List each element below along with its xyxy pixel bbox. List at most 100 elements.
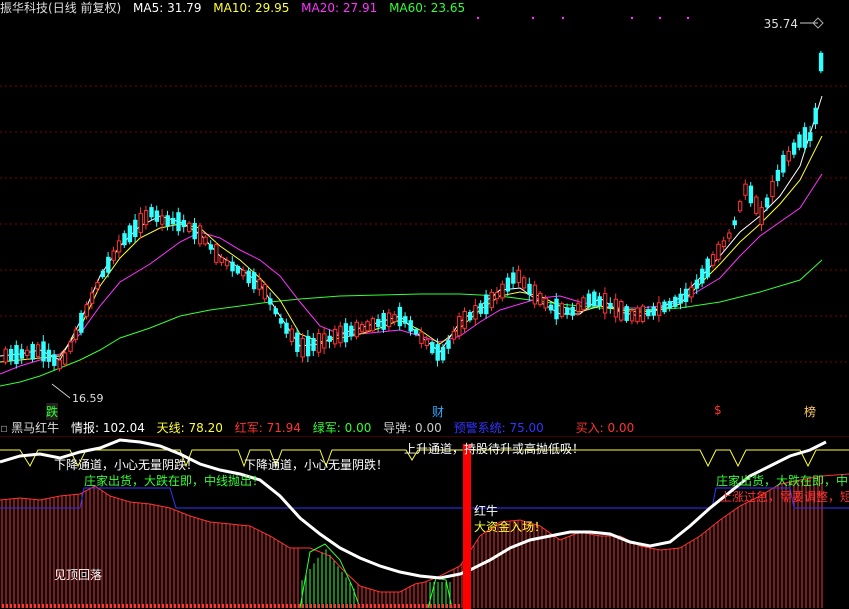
bottom-dot	[458, 604, 460, 608]
annotation-big-money: 大资金入场！	[474, 520, 547, 534]
candle-body	[138, 213, 143, 233]
marker-bang[interactable]: 榜	[804, 403, 816, 420]
bottom-dot	[202, 604, 204, 608]
marker-die[interactable]: 跌	[46, 403, 59, 420]
bottom-dot	[138, 604, 140, 608]
candle-body	[305, 335, 311, 357]
candle-body	[484, 294, 489, 315]
candle-body	[214, 244, 219, 263]
candle-body	[343, 323, 349, 343]
bottom-dot	[398, 604, 400, 608]
indicator-collapse-icon[interactable]: ▫	[0, 421, 8, 435]
marker-s[interactable]: $	[714, 403, 722, 417]
candle-body	[241, 269, 246, 277]
bottom-dot	[86, 604, 88, 608]
candle-body	[478, 303, 484, 314]
candle-body	[359, 324, 365, 332]
bottom-dot	[294, 604, 296, 608]
bottom-dot	[82, 604, 84, 608]
field-lvjun: 绿军: 0.00	[312, 421, 372, 435]
candle-body	[408, 320, 413, 332]
ma10-readout: MA10: 29.95	[213, 1, 290, 15]
candle-body	[386, 312, 392, 328]
bottom-dot	[454, 604, 456, 608]
high-price-label: 35.74	[764, 17, 798, 31]
candle-body	[246, 270, 251, 284]
candle-body	[651, 306, 656, 316]
candle-body	[62, 352, 68, 365]
candle-body	[586, 293, 592, 307]
bottom-dot	[194, 604, 196, 608]
candle-body	[106, 256, 111, 273]
candle-body	[111, 250, 116, 261]
bottom-dot	[382, 604, 384, 608]
candle-body	[797, 134, 802, 148]
bottom-dot	[142, 604, 144, 608]
candle-body	[122, 233, 127, 246]
bottom-dot	[10, 604, 12, 608]
field-yujing: 预警系统: 75.00	[453, 421, 544, 435]
candle-body	[575, 303, 581, 312]
bottom-dot	[186, 604, 188, 608]
top-dots	[476, 16, 690, 20]
candle-body	[505, 277, 511, 292]
candle-body	[489, 291, 494, 309]
candle-body	[716, 243, 721, 260]
bottom-dot	[366, 604, 368, 608]
stock-title[interactable]: 振华科技(日线 前复权)	[0, 1, 121, 15]
bottom-dot	[290, 604, 292, 608]
low-marker: 16.59	[51, 383, 104, 405]
annotation-rise-fast: 上涨过急，需要调整，短	[720, 490, 849, 504]
candle-body	[656, 302, 662, 316]
candle-body	[197, 225, 203, 245]
bottom-dot	[302, 604, 304, 608]
bottom-dot	[338, 604, 340, 608]
candle-body	[133, 219, 138, 238]
bottom-dot	[394, 604, 396, 608]
candle-body	[327, 335, 332, 342]
bottom-dot	[130, 604, 132, 608]
bottom-dot	[214, 604, 216, 608]
candle-body	[73, 329, 79, 341]
annotation-down-channel-2: 下降通道，小心无量阴跌！	[244, 458, 389, 472]
bottom-dot	[226, 604, 228, 608]
candle-body	[500, 283, 505, 299]
candle-body	[538, 292, 543, 305]
indicator-name[interactable]: 黑马红牛	[11, 421, 59, 435]
bottom-dot	[350, 604, 352, 608]
bottom-dot	[198, 604, 200, 608]
bottom-dot	[126, 604, 128, 608]
bottom-dot	[182, 604, 184, 608]
bottom-dot	[330, 604, 332, 608]
bottom-dot	[378, 604, 380, 608]
candle-body	[548, 304, 554, 311]
bottom-dot	[58, 604, 60, 608]
bottom-dot	[442, 604, 444, 608]
high-marker: 35.74	[764, 17, 824, 31]
field-tianxian: 天线: 78.20	[156, 421, 223, 435]
candle-body	[791, 142, 797, 155]
candle-body	[273, 308, 278, 315]
annotation-peak: 见顶回落	[54, 568, 103, 582]
bottom-dot	[90, 604, 92, 608]
bottom-dot	[110, 604, 112, 608]
candlestick-chart[interactable]: 35.74 16.59	[0, 16, 849, 420]
candle-body	[494, 292, 500, 300]
bottom-dot	[446, 604, 448, 608]
candle-body	[635, 307, 640, 323]
candle-body	[521, 277, 527, 289]
bottom-dot	[254, 604, 256, 608]
bottom-dot	[362, 604, 364, 608]
candle-body	[673, 296, 678, 307]
bottom-dot	[450, 604, 452, 608]
bottom-dot	[122, 604, 124, 608]
candle-body	[154, 210, 160, 222]
bottom-dot	[258, 604, 260, 608]
bottom-dot	[70, 604, 72, 608]
bottom-dot	[354, 604, 356, 608]
candle-body	[251, 272, 257, 290]
marker-cai[interactable]: 财	[432, 403, 444, 420]
candle-body	[786, 150, 791, 162]
candle-body	[462, 310, 467, 329]
candle-body	[176, 212, 181, 232]
